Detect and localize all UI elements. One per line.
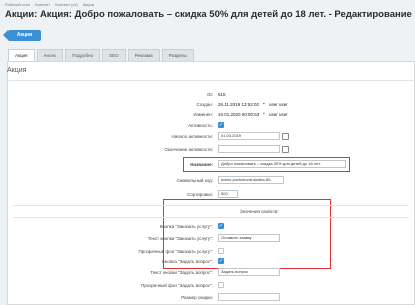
sort-input[interactable]: 500 [218,190,238,198]
btn-ask-checkbox[interactable]: ✓ [218,258,224,264]
end-date-input[interactable] [218,145,280,153]
transparent-bg-order-label: Прозрачный фон "Заказать услугу": [138,249,213,254]
page-title: Акции: Акция: Добро пожаловать – скидка … [5,9,415,20]
user-icon: ▪ [263,101,265,107]
name-label: Название: [190,162,213,167]
code-input[interactable]: dobro-pozhalovat-skidka-50- [218,176,284,184]
transparent-bg-ask-checkbox[interactable] [218,282,224,288]
breadcrumb-item[interactable]: Контент [35,2,50,7]
page-title-text: Акции: Акция: Добро пожаловать – скидка … [5,9,412,20]
id-value: 615 [218,92,226,97]
calendar-icon[interactable] [282,146,289,153]
end-label: Окончание активности: [164,147,213,152]
changed-value: 10.01.2020 00:50:53 [218,112,260,117]
btn-ask-text-label: Текст кнопки "Задать вопрос": [150,270,213,275]
tab-bar: Акция Анонс Подробно SEO Реклама Разделы [8,49,196,61]
id-label: ID: [207,92,213,97]
btn-order-label: Кнопка "Заказать услугу": [159,224,213,229]
back-to-list-button[interactable]: Акции [3,30,41,41]
start-date-input[interactable]: 01.03.2019 [218,132,280,140]
user-icon: ▪ [263,111,265,117]
panel-title: Акция [7,67,27,74]
transparent-bg-order-checkbox[interactable] [218,248,224,254]
divider [13,205,409,206]
code-label: Символьный код: [176,178,213,183]
btn-order-text-label: Текст кнопки "Заказать услугу": [147,236,213,241]
name-input[interactable]: Добро пожаловать – скидка 50% для детей … [218,160,346,168]
start-label: Начало активности: [171,134,213,139]
breadcrumb: Рабочий стол Контент Контент (ст) Акции [5,2,98,7]
btn-ask-text-input[interactable]: Задать вопрос [218,268,280,276]
calendar-icon[interactable] [282,133,289,140]
breadcrumb-item[interactable]: Контент (ст) [55,2,77,7]
tab-preview[interactable]: Анонс [36,49,64,61]
tab-seo[interactable]: SEO [102,49,126,61]
divider [13,217,409,218]
properties-heading: Значения свойств: [240,209,279,214]
tab-advertising[interactable]: Реклама [127,49,160,61]
active-checkbox[interactable]: ✓ [218,122,224,128]
sort-label: Сортировка: [187,192,213,197]
btn-order-text-input[interactable]: Оставить заявку [218,234,280,242]
breadcrumb-item[interactable]: Рабочий стол [5,2,30,7]
tab-sections[interactable]: Разделы [161,49,194,61]
discount-input[interactable] [218,293,280,301]
tab-action[interactable]: Акция [8,49,35,61]
active-label: Активность: [188,123,213,128]
created-user[interactable]: user user [269,102,288,107]
divider [7,80,415,81]
breadcrumb-item[interactable]: Акции [83,2,94,7]
discount-label: Размер скидки: [181,295,213,300]
created-value: 26.11.2019 13:52:02 [218,102,259,107]
tab-details[interactable]: Подробно [65,49,101,61]
changed-user[interactable]: user user [269,112,288,117]
transparent-bg-ask-label: Прозрачный фон "Задать вопрос": [141,283,213,288]
changed-label: Изменен: [193,112,213,117]
btn-order-checkbox[interactable]: ✓ [218,223,224,229]
created-label: Создан: [196,102,213,107]
btn-ask-label: Кнопка "Задать вопрос": [162,259,213,264]
